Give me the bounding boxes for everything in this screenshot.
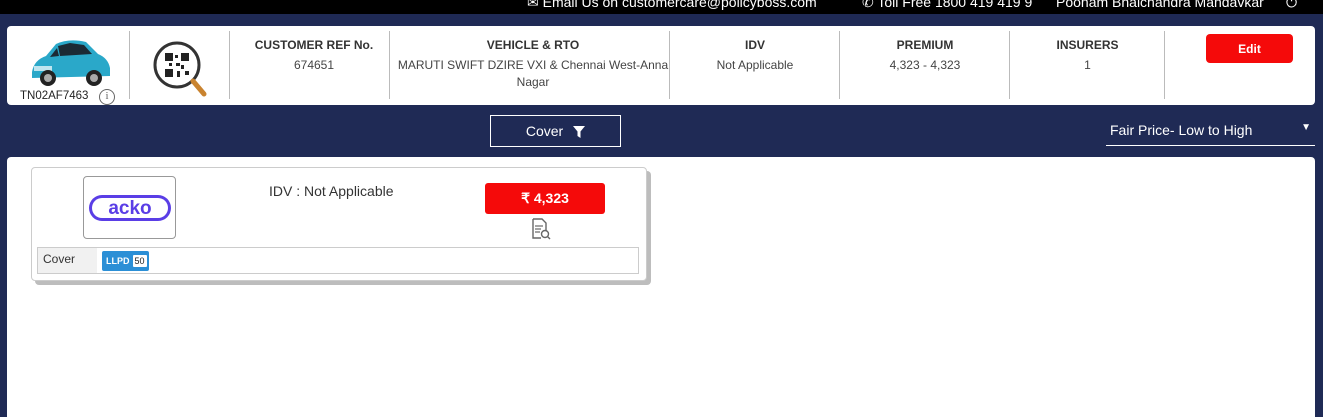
acko-logo: acko <box>88 194 171 221</box>
car-image <box>32 40 110 86</box>
cover-badge[interactable]: LLPD 50 <box>102 251 149 271</box>
tollfree-text: ✆ Toll Free 1800 419 419 9 <box>862 0 1032 11</box>
divider <box>1164 31 1165 99</box>
email-text: Email Us on customercare@policyboss.com <box>542 0 817 10</box>
cover-filter-label: Cover <box>525 123 564 139</box>
cover-amount: 50 <box>132 255 147 267</box>
registration-number: TN02AF7463 <box>20 90 89 102</box>
insurers-label: INSURERS <box>1056 38 1119 52</box>
insurers-column: INSURERS 1 <box>1010 38 1165 74</box>
filter-icon <box>573 126 586 138</box>
cover-row: Cover LLPD 50 <box>37 247 639 274</box>
quote-idv: IDV : Not Applicable <box>269 183 394 199</box>
vehicle-rto-value: MARUTI SWIFT DZIRE VXI & Chennai West-An… <box>397 58 669 89</box>
idv-label: IDV <box>744 38 765 52</box>
customer-ref-label: CUSTOMER REF No. <box>254 38 374 52</box>
divider <box>389 31 390 99</box>
info-icon[interactable]: i <box>99 89 115 105</box>
buy-price-button[interactable]: ₹ 4,323 <box>485 183 605 214</box>
sort-select[interactable]: Fair Price- Low to High ▼ <box>1106 116 1315 146</box>
email-link[interactable]: ✉ Email Us on customercare@policyboss.co… <box>527 0 817 11</box>
qr-scan-icon[interactable] <box>151 41 209 99</box>
idv-value: Not Applicable <box>716 58 794 72</box>
power-icon[interactable]: ⏻ <box>1286 0 1297 11</box>
premium-column: PREMIUM 4,323 - 4,323 <box>840 38 1010 74</box>
edit-button[interactable]: Edit <box>1206 34 1293 63</box>
insurer-logo: acko <box>83 176 176 239</box>
premium-label: PREMIUM <box>896 38 954 52</box>
divider <box>229 31 230 99</box>
summary-card: TN02AF7463 i CUSTOMER REF No. 674651 VEH… <box>7 26 1315 105</box>
cover-code: LLPD <box>106 256 130 266</box>
vehicle-rto-label: VEHICLE & RTO <box>486 38 580 52</box>
premium-value: 4,323 - 4,323 <box>889 58 961 72</box>
customer-ref-column: CUSTOMER REF No. 674651 <box>239 38 389 74</box>
document-search-icon[interactable] <box>531 218 551 240</box>
idv-column: IDV Not Applicable <box>670 38 840 74</box>
divider <box>129 31 130 99</box>
tollfree-number: Toll Free 1800 419 419 9 <box>877 0 1033 10</box>
top-bar: ✉ Email Us on customercare@policyboss.co… <box>0 0 1323 14</box>
user-name[interactable]: Poonam Bhalchandra Mandavkar <box>1056 0 1264 10</box>
vehicle-rto-column: VEHICLE & RTO MARUTI SWIFT DZIRE VXI & C… <box>395 38 671 91</box>
sort-selected-value: Fair Price- Low to High <box>1110 122 1253 138</box>
chevron-down-icon: ▼ <box>1301 122 1311 133</box>
cover-filter-button[interactable]: Cover <box>490 115 621 147</box>
svg-text:acko: acko <box>108 198 151 219</box>
customer-ref-value: 674651 <box>293 58 335 72</box>
insurers-value: 1 <box>1084 58 1091 72</box>
quote-card: acko IDV : Not Applicable ₹ 4,323 Cover … <box>31 167 647 281</box>
cover-row-label: Cover <box>38 248 97 273</box>
